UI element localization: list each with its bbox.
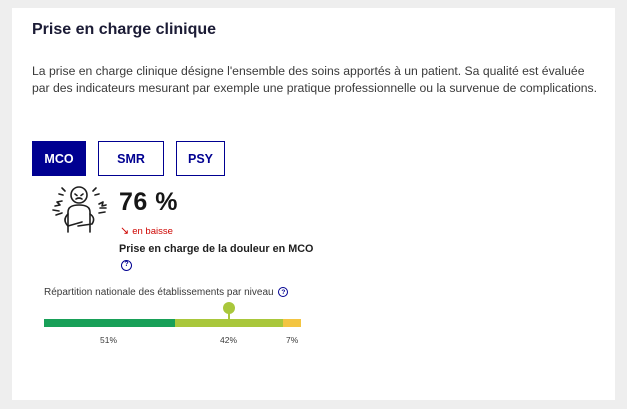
segment-percent-1: 51% [100,335,118,345]
question-circle-icon[interactable]: ? [278,287,289,298]
distribution-segment-1 [44,319,176,327]
segment-percent-3: 7% [286,335,299,345]
tab-mco[interactable]: MCO [32,141,86,176]
section-title: Prise en charge clinique [32,21,217,38]
trend-label: en baisse [132,226,173,237]
section-description: La prise en charge clinique désigne l'en… [32,64,598,95]
indicator-name-block: Prise en charge de la douleur en MCO ? [119,241,319,273]
position-marker-icon [223,302,235,320]
distribution-segment-2 [175,319,283,327]
clinical-care-card: Prise en charge clinique La prise en cha… [12,8,615,400]
tab-psy[interactable]: PSY [176,141,225,176]
question-circle-icon[interactable]: ? [121,259,132,271]
distribution-label: Répartition nationale des établissements… [44,287,274,298]
indicator-name: Prise en charge de la douleur en MCO [119,243,314,255]
distribution-bar [44,319,301,327]
segment-percent-2: 42% [220,335,238,345]
tab-smr[interactable]: SMR [98,141,164,176]
distribution-label-block: Répartition nationale des établissements… [44,287,289,298]
trend-indicator: ↘ en baisse [120,225,173,238]
care-type-tabs: MCO SMR PSY [32,141,225,176]
distribution-segment-3 [283,319,301,327]
person-in-pain-icon [52,186,107,233]
indicator-value: 76 % [119,188,178,216]
arrow-down-right-icon: ↘ [120,225,130,237]
